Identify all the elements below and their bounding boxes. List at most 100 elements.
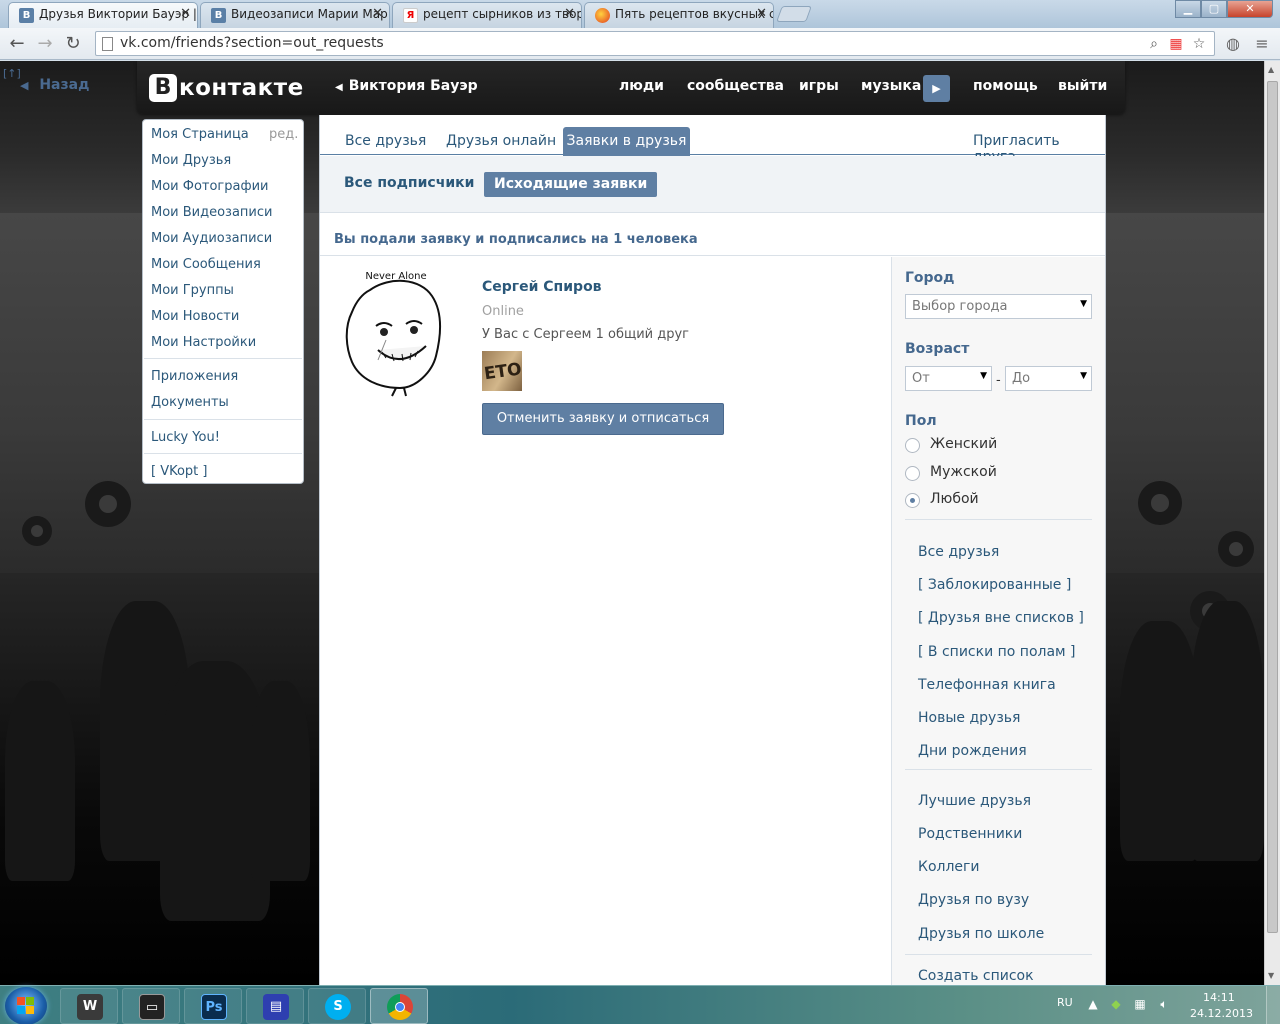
menu-item-vkopt[interactable]: [ VKopt ] [151, 464, 207, 479]
scroll-down-icon[interactable]: ▼ [1268, 971, 1274, 980]
age-to-select[interactable]: До ▼ [1005, 366, 1092, 391]
minimize-window-button[interactable]: ▁ [1175, 0, 1201, 18]
radio-female[interactable] [905, 438, 920, 453]
volume-icon[interactable]: 🔈︎ [1156, 996, 1172, 1012]
new-tab-button[interactable] [776, 6, 812, 22]
taskbar-app-tanks[interactable]: W [60, 988, 118, 1024]
city-select[interactable]: Выбор города ▼ [905, 294, 1092, 319]
close-tab-icon[interactable]: ✕ [372, 6, 383, 21]
chrome-icon [387, 994, 413, 1020]
filter-link-birthdays[interactable]: Дни рождения [918, 743, 1027, 759]
page-owner-link[interactable]: ◀ Виктория Бауэр [335, 78, 478, 94]
nav-games[interactable]: игры [799, 78, 839, 94]
reload-icon[interactable]: ↻ [62, 33, 84, 55]
filter-link-university[interactable]: Друзья по вузу [918, 892, 1029, 908]
filter-link-colleagues[interactable]: Коллеги [918, 859, 979, 875]
mutual-friend-avatar[interactable]: ETOS [482, 351, 522, 391]
menu-item-my-videos[interactable]: Мои Видеозаписи [151, 205, 272, 220]
radio-male-label[interactable]: Мужской [930, 464, 997, 480]
filter-link-by-gender[interactable]: [ В списки по полам ] [918, 644, 1076, 660]
menu-item-my-groups[interactable]: Мои Группы [151, 283, 234, 298]
mutual-friends-text[interactable]: У Вас с Сергеем 1 общий друг [482, 327, 689, 342]
tab-all-friends[interactable]: Все друзья [345, 133, 426, 149]
radio-male[interactable] [905, 466, 920, 481]
bookmark-star-icon[interactable]: ☆ [1191, 36, 1207, 52]
back-arrow-icon: ◀ [20, 79, 29, 92]
subtab-outgoing-requests[interactable]: Исходящие заявки [484, 172, 658, 197]
extension-icon[interactable]: ▦ [1168, 36, 1184, 52]
menu-item-my-settings[interactable]: Мои Настройки [151, 335, 256, 350]
close-tab-icon[interactable]: ✕ [564, 6, 575, 21]
browser-tab-recipe[interactable]: Я рецепт сырников из твор ✕ [392, 2, 582, 28]
scrollbar-thumb[interactable] [1267, 81, 1278, 933]
close-tab-icon[interactable]: ✕ [756, 6, 767, 21]
nav-help[interactable]: помощь [973, 78, 1038, 94]
nav-people[interactable]: люди [619, 78, 664, 94]
filter-link-relatives[interactable]: Родственники [918, 826, 1022, 842]
taskbar-app-chrome[interactable] [370, 988, 428, 1024]
scroll-up-icon[interactable]: ▲ [1268, 65, 1274, 74]
age-from-select[interactable]: От ▼ [905, 366, 992, 391]
nav-logout[interactable]: выйти [1058, 78, 1107, 94]
back-arrow-icon[interactable]: ← [6, 33, 28, 55]
close-tab-icon[interactable]: ✕ [180, 6, 191, 21]
subtab-all-followers[interactable]: Все подписчики [344, 175, 474, 191]
filter-link-school[interactable]: Друзья по школе [918, 926, 1044, 942]
menu-item-my-friends[interactable]: Мои Друзья [151, 153, 231, 168]
menu-item-my-news[interactable]: Мои Новости [151, 309, 239, 324]
taskbar-app-photoshop[interactable]: Ps [184, 988, 242, 1024]
radio-female-label[interactable]: Женский [930, 436, 997, 452]
address-bar[interactable]: vk.com/friends?section=out_requests ⌕ ▦ … [95, 31, 1215, 56]
tray-app-icon[interactable]: ◆ [1108, 996, 1124, 1012]
menu-item-my-messages[interactable]: Мои Сообщения [151, 257, 261, 272]
close-window-button[interactable]: ✕ [1227, 0, 1273, 18]
browser-tab-friends[interactable]: В Друзья Виктории Бауэр | ✕ [8, 2, 198, 28]
taskbar-app-save[interactable]: ▤ [246, 988, 304, 1024]
tray-expand-icon[interactable]: ▲ [1085, 996, 1101, 1012]
zoom-icon[interactable]: ⌕ [1146, 36, 1162, 52]
tab-friends-online[interactable]: Друзья онлайн [446, 133, 556, 149]
browser-tab-five-recipes[interactable]: Пять рецептов вкусных с ✕ [584, 2, 774, 28]
radio-any[interactable] [905, 493, 920, 508]
filter-link-create-list[interactable]: Создать список [918, 968, 1034, 984]
radio-any-label[interactable]: Любой [930, 491, 979, 507]
tab-friend-requests[interactable]: Заявки в друзья [563, 127, 690, 156]
forward-arrow-icon[interactable]: → [34, 33, 56, 55]
clock-time[interactable]: 14:11 [1203, 991, 1235, 1004]
filter-link-new-friends[interactable]: Новые друзья [918, 710, 1020, 726]
menu-edit-link[interactable]: ред. [269, 127, 298, 142]
page-scrollbar[interactable]: ▲ ▼ [1264, 61, 1280, 985]
start-button[interactable] [5, 987, 47, 1024]
menu-item-lucky-you[interactable]: Lucky You! [151, 430, 220, 445]
menu-item-apps[interactable]: Приложения [151, 369, 238, 384]
filter-link-phonebook[interactable]: Телефонная книга [918, 677, 1056, 693]
nav-music[interactable]: музыка [861, 78, 921, 94]
filter-link-unlisted[interactable]: [ Друзья вне списков ] [918, 610, 1084, 626]
vk-logo[interactable]: В контакте [149, 73, 304, 103]
network-icon[interactable]: ▦ [1132, 996, 1148, 1012]
menu-icon[interactable]: ≡ [1252, 34, 1272, 54]
menu-item-my-page[interactable]: Моя Страница [151, 127, 249, 142]
menu-item-my-photos[interactable]: Мои Фотографии [151, 179, 268, 194]
menu-item-documents[interactable]: Документы [151, 395, 229, 410]
filter-link-all-friends[interactable]: Все друзья [918, 544, 999, 560]
nav-communities[interactable]: сообщества [687, 78, 784, 94]
browser-tab-videos[interactable]: В Видеозаписи Марии Мар ✕ [200, 2, 390, 28]
back-link[interactable]: ◀ Назад [20, 77, 89, 93]
filter-link-blocked[interactable]: [ Заблокированные ] [918, 577, 1071, 593]
url-text[interactable]: vk.com/friends?section=out_requests [120, 35, 384, 51]
avatar[interactable]: Never Alone [340, 270, 452, 400]
taskbar-app-media[interactable]: ▭ [122, 988, 180, 1024]
taskbar-app-skype[interactable]: S [308, 988, 366, 1024]
play-icon[interactable]: ▶ [923, 75, 950, 102]
globe-icon[interactable]: ◍ [1223, 34, 1243, 54]
maximize-window-button[interactable]: ▢ [1201, 0, 1227, 18]
filter-link-best-friends[interactable]: Лучшие друзья [918, 793, 1031, 809]
language-indicator[interactable]: RU [1057, 996, 1073, 1009]
menu-item-my-audio[interactable]: Мои Аудиозаписи [151, 231, 272, 246]
cancel-request-button[interactable]: Отменить заявку и отписаться [482, 403, 724, 435]
clock-date[interactable]: 24.12.2013 [1190, 1007, 1253, 1020]
sidebar-badge[interactable]: [↑] [3, 67, 21, 80]
show-desktop-button[interactable] [1266, 986, 1280, 1024]
person-name-link[interactable]: Сергей Спиров [482, 279, 602, 295]
